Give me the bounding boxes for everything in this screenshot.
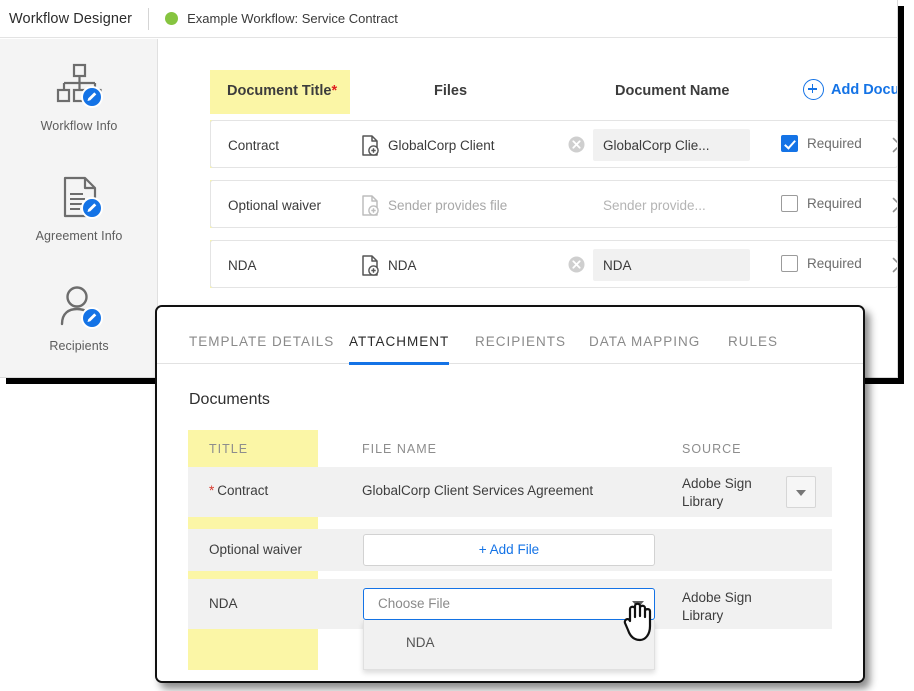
page-title: Workflow Designer <box>9 10 133 27</box>
required-checkbox[interactable] <box>781 135 798 152</box>
sidebar-item-label: Recipients <box>49 339 109 353</box>
column-header-files: Files <box>434 83 468 99</box>
modal-document-title: Optional waiver <box>209 542 303 557</box>
column-header-source: SOURCE <box>682 442 742 456</box>
chevron-down-icon <box>632 601 644 608</box>
add-file-button[interactable]: + Add File <box>363 534 655 566</box>
modal-document-title-label: Contract <box>217 483 269 498</box>
document-add-icon <box>361 134 379 156</box>
table-row[interactable]: Contract GlobalCorp Client GlobalCorp Cl… <box>210 120 897 168</box>
remove-row-icon[interactable] <box>891 256 897 279</box>
required-asterisk: * <box>209 483 215 498</box>
required-checkbox[interactable] <box>781 255 798 272</box>
attachment-modal: TEMPLATE DETAILS ATTACHMENT RECIPIENTS D… <box>155 305 865 683</box>
required-toggle[interactable]: Required <box>781 135 862 152</box>
add-document-label: Add Document <box>831 81 898 98</box>
modal-body: TEMPLATE DETAILS ATTACHMENT RECIPIENTS D… <box>157 307 863 681</box>
document-name-value[interactable]: NDA <box>593 249 750 281</box>
modal-source: Adobe Sign Library <box>682 476 752 509</box>
file-cell[interactable]: NDA <box>361 249 591 281</box>
table-row[interactable]: Optional waiver + Add File <box>188 529 832 571</box>
file-name-placeholder: Sender provides file <box>388 197 508 213</box>
sidebar: Workflow Info Agreement Info Recipients <box>0 39 158 377</box>
clear-file-icon[interactable] <box>568 256 585 273</box>
table-row[interactable]: * Contract GlobalCorp Client Services Agr… <box>188 467 832 517</box>
workflow-status-dot <box>165 12 179 25</box>
required-label: Required <box>807 256 862 271</box>
tab-template-details[interactable]: TEMPLATE DETAILS <box>189 325 334 362</box>
file-cell[interactable]: Sender provides file <box>361 189 591 221</box>
document-edit-icon <box>0 169 158 225</box>
modal-file-name: GlobalCorp Client Services Agreement <box>362 483 594 498</box>
document-add-icon <box>361 194 379 216</box>
workflow-hierarchy-edit-icon <box>0 59 158 115</box>
table-row[interactable]: NDA NDA NDA Required <box>210 240 897 288</box>
person-edit-icon <box>0 279 158 335</box>
modal-table-header: TITLE FILE NAME SOURCE <box>188 437 832 467</box>
plus-circle-icon <box>803 79 824 100</box>
choose-file-placeholder: Choose File <box>378 596 451 611</box>
required-label: Required <box>807 136 862 151</box>
file-name-label: GlobalCorp Client <box>388 137 495 153</box>
column-header-title: TITLE <box>209 442 249 456</box>
table-row[interactable]: NDA Adobe Sign Library Choose File NDA <box>188 579 832 670</box>
required-toggle[interactable]: Required <box>781 255 862 272</box>
column-header-file-name: FILE NAME <box>362 442 437 456</box>
tab-recipients[interactable]: RECIPIENTS <box>475 325 566 362</box>
choose-file-dropdown[interactable]: NDA <box>363 620 655 670</box>
sidebar-item-recipients[interactable]: Recipients <box>0 279 158 353</box>
tab-attachment[interactable]: ATTACHMENT <box>349 325 450 365</box>
modal-document-title: NDA <box>209 596 238 611</box>
sidebar-item-label: Agreement Info <box>35 229 123 243</box>
choose-file-select[interactable]: Choose File <box>363 588 655 620</box>
column-header-label: Document Title <box>227 83 332 99</box>
documents-section-title: Documents <box>189 391 270 408</box>
column-header-document-name: Document Name <box>615 83 730 99</box>
required-label: Required <box>807 196 862 211</box>
remove-row-icon[interactable] <box>891 196 897 219</box>
sidebar-item-workflow-info[interactable]: Workflow Info <box>0 59 158 133</box>
header-divider <box>148 7 150 30</box>
required-asterisk: * <box>331 83 338 99</box>
modal-source: Adobe Sign Library <box>682 590 752 623</box>
required-toggle[interactable]: Required <box>781 195 862 212</box>
table-row[interactable]: Optional waiver Sender provides file Sen… <box>210 180 897 228</box>
file-name-label: NDA <box>388 257 417 273</box>
document-name-placeholder[interactable]: Sender provide... <box>593 189 750 221</box>
sidebar-item-label: Workflow Info <box>40 119 118 133</box>
tab-rules[interactable]: RULES <box>728 325 778 362</box>
workflow-name: Example Workflow: Service Contract <box>187 11 398 26</box>
required-checkbox[interactable] <box>781 195 798 212</box>
document-title-value[interactable]: Contract <box>218 129 358 161</box>
column-header-document-title: Document Title* <box>227 83 337 99</box>
document-title-value[interactable]: Optional waiver <box>218 189 358 221</box>
source-dropdown-button[interactable] <box>786 476 816 508</box>
remove-row-icon[interactable] <box>891 136 897 159</box>
add-document-button[interactable]: Add Document <box>803 79 898 100</box>
document-title-value[interactable]: NDA <box>218 249 358 281</box>
document-name-value[interactable]: GlobalCorp Clie... <box>593 129 750 161</box>
screenshot-frame: Workflow Designer Example Workflow: Serv… <box>0 0 914 691</box>
clear-file-icon[interactable] <box>568 136 585 153</box>
chevron-down-icon <box>796 490 806 496</box>
modal-tabs: TEMPLATE DETAILS ATTACHMENT RECIPIENTS D… <box>157 325 863 365</box>
dropdown-option-nda[interactable]: NDA <box>406 635 435 650</box>
documents-table-header: Document Title* Files Document Name Add … <box>210 74 898 110</box>
document-add-icon <box>361 254 379 276</box>
tab-data-mapping[interactable]: DATA MAPPING <box>589 325 700 362</box>
file-cell[interactable]: GlobalCorp Client <box>361 129 591 161</box>
app-top-bar: Workflow Designer Example Workflow: Serv… <box>0 0 897 38</box>
sidebar-item-agreement-info[interactable]: Agreement Info <box>0 169 158 243</box>
modal-document-title: * Contract <box>209 483 268 498</box>
